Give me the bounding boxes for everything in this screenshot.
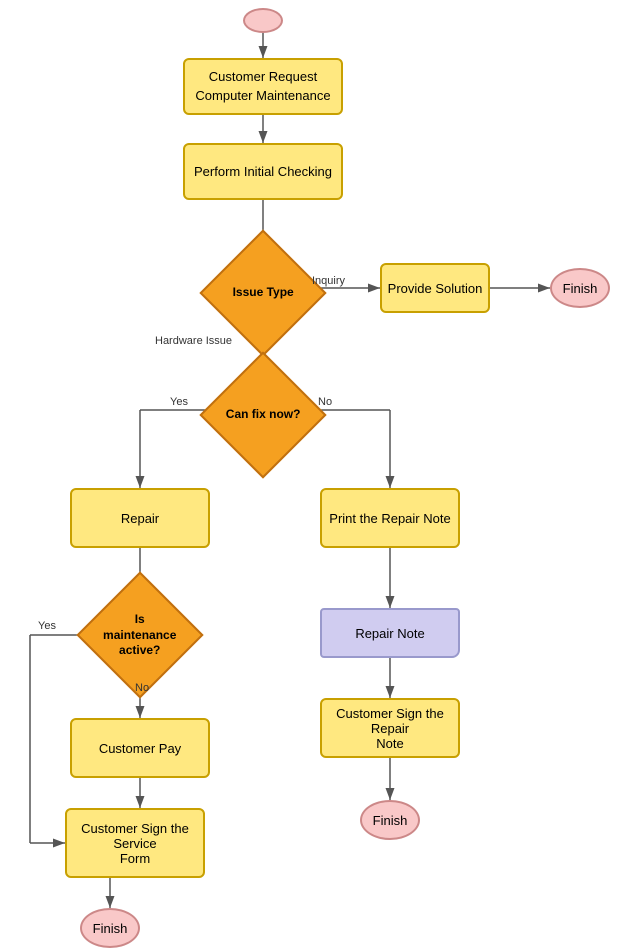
issue-type-diamond-container: Issue Type: [218, 248, 308, 338]
finish-right-label: Finish: [373, 813, 408, 828]
finish-right-node: Finish: [360, 800, 420, 840]
finish-bottom-node: Finish: [80, 908, 140, 948]
can-fix-label: Can fix now?: [223, 407, 303, 423]
provide-solution-box: Provide Solution: [380, 263, 490, 313]
is-maintenance-label: Ismaintenanceactive?: [100, 612, 180, 659]
yes-fix-text: Yes: [170, 396, 188, 408]
initial-checking-label: Perform Initial Checking: [194, 164, 332, 179]
customer-pay-label: Customer Pay: [99, 741, 181, 756]
start-node: [243, 8, 283, 33]
hardware-issue-text: Hardware Issue: [155, 335, 232, 347]
flowchart: Customer RequestComputer Maintenance Per…: [0, 0, 636, 950]
customer-request-box: Customer RequestComputer Maintenance: [183, 58, 343, 115]
customer-sign-service-label: Customer Sign the ServiceForm: [67, 821, 203, 866]
inquiry-text: Inquiry: [312, 275, 345, 287]
inquiry-label: Inquiry: [312, 275, 345, 287]
print-repair-note-box: Print the Repair Note: [320, 488, 460, 548]
is-maintenance-diamond: Ismaintenanceactive?: [76, 571, 203, 698]
customer-request-label: Customer RequestComputer Maintenance: [195, 68, 330, 104]
yes-fix-label: Yes: [170, 396, 188, 408]
customer-pay-box: Customer Pay: [70, 718, 210, 778]
hardware-issue-label: Hardware Issue: [155, 335, 232, 347]
yes-maint-text: Yes: [38, 620, 56, 632]
finish-bottom-label: Finish: [93, 921, 128, 936]
finish-top-node: Finish: [550, 268, 610, 308]
initial-checking-box: Perform Initial Checking: [183, 143, 343, 200]
yes-maint-label: Yes: [38, 620, 56, 632]
repair-note-box: Repair Note: [320, 608, 460, 658]
print-repair-note-label: Print the Repair Note: [329, 511, 450, 526]
repair-label: Repair: [121, 511, 159, 526]
provide-solution-label: Provide Solution: [388, 281, 483, 296]
repair-note-label: Repair Note: [355, 626, 424, 641]
no-fix-text: No: [318, 396, 332, 408]
can-fix-diamond: Can fix now?: [199, 351, 326, 478]
no-maint-label: No: [135, 682, 149, 694]
customer-sign-repair-label: Customer Sign the RepairNote: [322, 706, 458, 751]
no-fix-label: No: [318, 396, 332, 408]
no-maint-text: No: [135, 682, 149, 694]
finish-top-label: Finish: [563, 281, 598, 296]
is-maintenance-diamond-container: Ismaintenanceactive?: [95, 590, 185, 680]
issue-type-label: Issue Type: [223, 285, 303, 301]
can-fix-diamond-container: Can fix now?: [218, 370, 308, 460]
repair-box: Repair: [70, 488, 210, 548]
customer-sign-service-box: Customer Sign the ServiceForm: [65, 808, 205, 878]
customer-sign-repair-box: Customer Sign the RepairNote: [320, 698, 460, 758]
